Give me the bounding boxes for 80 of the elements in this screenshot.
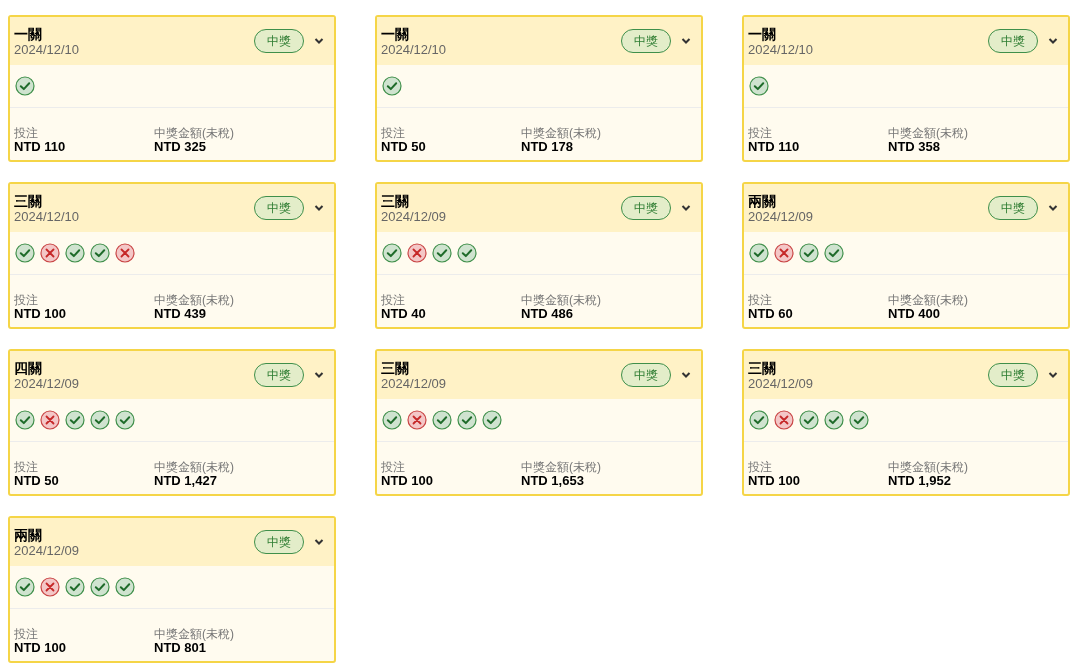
bet-amount: NTD 50 <box>381 140 427 154</box>
bet-label: 投注 <box>381 293 406 307</box>
card-title: 三關 <box>381 193 410 208</box>
prize-amount: NTD 486 <box>521 307 574 321</box>
prize-amount: NTD 1,427 <box>154 474 217 488</box>
status-badge: 中獎 <box>988 196 1038 220</box>
chevron-down-icon[interactable] <box>1048 37 1058 45</box>
bet-amount: NTD 50 <box>14 474 60 488</box>
status-badge: 中獎 <box>988 363 1038 387</box>
status-badge: 中獎 <box>254 196 304 220</box>
chevron-down-icon[interactable] <box>314 37 324 45</box>
bet-label: 投注 <box>381 126 406 140</box>
status-badge: 中獎 <box>621 29 671 53</box>
chevron-down-icon[interactable] <box>681 37 691 45</box>
prize-label: 中獎金額(未稅) <box>521 126 602 140</box>
card-title: 三關 <box>381 360 410 375</box>
card-title: 三關 <box>748 360 777 375</box>
status-badge: 中獎 <box>988 29 1038 53</box>
chevron-down-icon[interactable] <box>681 204 691 212</box>
prize-label: 中獎金額(未稅) <box>521 293 602 307</box>
bet-label: 投注 <box>14 126 39 140</box>
card-date: 2024/12/09 <box>381 376 448 390</box>
card-date: 2024/12/10 <box>748 42 815 56</box>
prize-amount: NTD 325 <box>154 140 207 154</box>
card-date: 2024/12/10 <box>381 42 448 56</box>
card-title: 一關 <box>748 26 777 41</box>
prize-amount: NTD 1,952 <box>888 474 951 488</box>
prize-amount: NTD 358 <box>888 140 941 154</box>
card-title: 三關 <box>14 193 43 208</box>
status-badge: 中獎 <box>254 363 304 387</box>
prize-label: 中獎金額(未稅) <box>888 293 969 307</box>
bet-amount: NTD 100 <box>14 307 68 321</box>
bet-amount: NTD 110 <box>748 140 801 154</box>
prize-amount: NTD 178 <box>521 140 574 154</box>
status-badge: 中獎 <box>254 29 304 53</box>
card-title: 兩關 <box>748 193 777 208</box>
bet-label: 投注 <box>748 126 773 140</box>
bet-label: 投注 <box>14 627 39 641</box>
card-date: 2024/12/10 <box>14 42 81 56</box>
chevron-down-icon[interactable] <box>1048 371 1058 379</box>
card-date: 2024/12/09 <box>381 209 448 223</box>
status-badge: 中獎 <box>621 196 671 220</box>
card-title: 一關 <box>381 26 410 41</box>
card-date: 2024/12/09 <box>14 543 81 557</box>
chevron-down-icon[interactable] <box>1048 204 1058 212</box>
card-date: 2024/12/10 <box>14 209 81 223</box>
prize-amount: NTD 439 <box>154 307 207 321</box>
bet-amount: NTD 40 <box>381 307 427 321</box>
card-date: 2024/12/09 <box>748 209 815 223</box>
bet-label: 投注 <box>14 460 39 474</box>
bet-amount: NTD 110 <box>14 140 67 154</box>
bet-label: 投注 <box>748 293 773 307</box>
prize-amount: NTD 1,653 <box>521 474 584 488</box>
chevron-down-icon[interactable] <box>314 538 324 546</box>
prize-amount: NTD 400 <box>888 307 941 321</box>
card-date: 2024/12/09 <box>748 376 815 390</box>
bet-amount: NTD 100 <box>381 474 435 488</box>
chevron-down-icon[interactable] <box>314 371 324 379</box>
card-date: 2024/12/09 <box>14 376 81 390</box>
prize-label: 中獎金額(未稅) <box>154 627 235 641</box>
chevron-down-icon[interactable] <box>681 371 691 379</box>
bet-label: 投注 <box>381 460 406 474</box>
prize-label: 中獎金額(未稅) <box>888 460 969 474</box>
bet-label: 投注 <box>14 293 39 307</box>
bet-label: 投注 <box>748 460 773 474</box>
bet-amount: NTD 100 <box>748 474 802 488</box>
bet-amount: NTD 100 <box>14 641 68 655</box>
card-title: 兩關 <box>14 527 43 542</box>
prize-label: 中獎金額(未稅) <box>521 460 602 474</box>
prize-label: 中獎金額(未稅) <box>888 126 969 140</box>
prize-label: 中獎金額(未稅) <box>154 126 235 140</box>
card-title: 一關 <box>14 26 43 41</box>
chevron-down-icon[interactable] <box>314 204 324 212</box>
bet-amount: NTD 60 <box>748 307 794 321</box>
status-badge: 中獎 <box>621 363 671 387</box>
prize-label: 中獎金額(未稅) <box>154 460 235 474</box>
card-title: 四關 <box>14 360 43 375</box>
prize-label: 中獎金額(未稅) <box>154 293 235 307</box>
prize-amount: NTD 801 <box>154 641 207 655</box>
status-badge: 中獎 <box>254 530 304 554</box>
